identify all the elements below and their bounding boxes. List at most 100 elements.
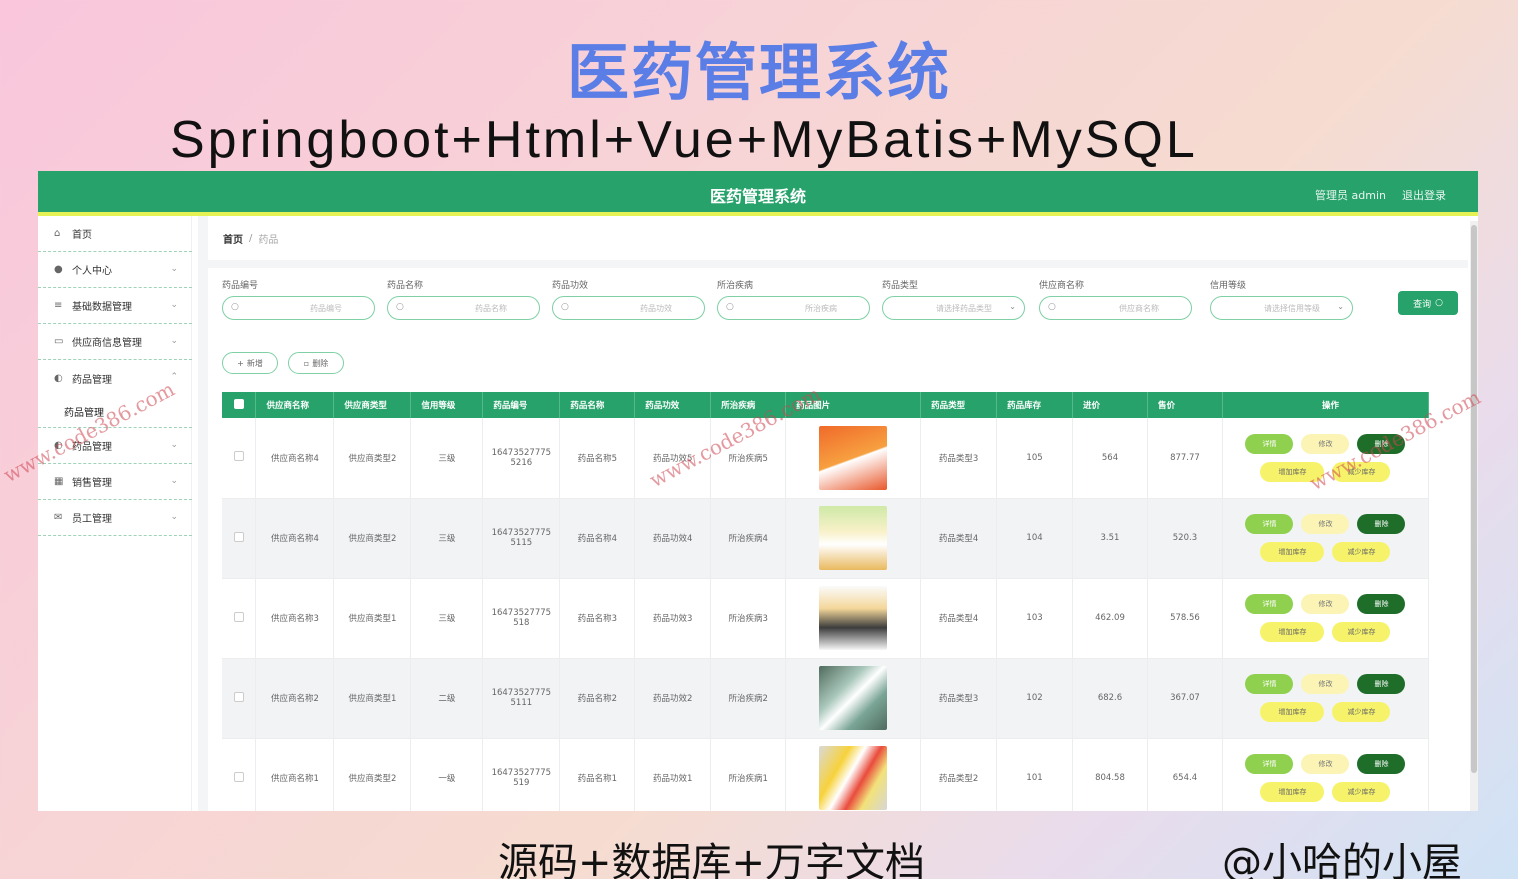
- row-checkbox[interactable]: [233, 771, 244, 782]
- logout-link[interactable]: 退出登录: [1402, 187, 1446, 203]
- column-header[interactable]: 药品库存: [996, 392, 1074, 418]
- drug-image[interactable]: [819, 666, 888, 730]
- delete-row-button[interactable]: 删除: [1357, 594, 1406, 614]
- cell-type: 药品类型3: [920, 418, 998, 499]
- credit-select[interactable]: 请选择信用等级 ⌄: [1210, 296, 1353, 320]
- search-icon: ○: [1048, 302, 1056, 312]
- add-stock-button[interactable]: 增加库存: [1260, 622, 1325, 642]
- select-all-checkbox[interactable]: [233, 398, 244, 409]
- filter-credit: 信用等级 请选择信用等级 ⌄: [1210, 278, 1353, 320]
- table-row: 供应商名称4 供应商类型2 三级 16473527775 5216 药品名称5 …: [222, 418, 1430, 499]
- cell-ops: 详情 修改 删除 增加库存 减少库存: [1222, 738, 1430, 811]
- drug-image[interactable]: [819, 506, 888, 570]
- column-header[interactable]: 药品功效: [634, 392, 712, 418]
- row-checkbox[interactable]: [233, 451, 244, 462]
- cell-effect: 药品功效2: [634, 658, 712, 739]
- select-placeholder: 请选择信用等级: [1264, 303, 1320, 313]
- filter-drug-name: 药品名称 ○ 药品名称: [387, 278, 540, 320]
- cell-supplier: 供应商名称4: [255, 418, 335, 499]
- reduce-stock-button[interactable]: 减少库存: [1332, 542, 1391, 562]
- table-row: 供应商名称4 供应商类型2 三级 16473527775 5115 药品名称4 …: [222, 498, 1430, 579]
- table-header-row: 供应商名称 供应商类型 信用等级 药品编号 药品名称 药品功效 所治疾病 药品图…: [222, 392, 1430, 418]
- row-checkbox[interactable]: [233, 611, 244, 622]
- edit-button[interactable]: 修改: [1301, 674, 1350, 694]
- column-header[interactable]: 供应商名称: [255, 392, 335, 418]
- row-checkbox[interactable]: [233, 691, 244, 702]
- add-stock-button[interactable]: 增加库存: [1260, 702, 1325, 722]
- chevron-down-icon: ⌄: [1337, 302, 1344, 311]
- column-header[interactable]: 进价: [1072, 392, 1148, 418]
- cell-supplier-type: 供应商类型2: [333, 418, 412, 499]
- grid-icon: ▦: [54, 476, 64, 487]
- drug-effect-input[interactable]: ○ 药品功效: [552, 296, 705, 320]
- drug-image[interactable]: [819, 586, 888, 650]
- sidebar-item-supplier[interactable]: ▭ 供应商信息管理 ⌄: [38, 324, 192, 360]
- column-header[interactable]: 信用等级: [410, 392, 484, 418]
- detail-button[interactable]: 详情: [1245, 514, 1294, 534]
- query-label: 查询: [1413, 299, 1432, 310]
- cell-code: 16473527775 5111: [482, 658, 561, 739]
- sidebar-item-staff[interactable]: ✉ 员工管理 ⌄: [38, 500, 192, 536]
- reduce-stock-button[interactable]: 减少库存: [1332, 702, 1391, 722]
- cell-cost: 564: [1072, 418, 1148, 499]
- cell-image: [785, 738, 922, 811]
- detail-button[interactable]: 详情: [1245, 433, 1294, 454]
- cell-cost: 804.58: [1072, 738, 1148, 811]
- edit-button[interactable]: 修改: [1301, 594, 1350, 614]
- sidebar-item-profile[interactable]: ● 个人中心 ⌄: [38, 252, 192, 288]
- drug-name-input[interactable]: ○ 药品名称: [387, 296, 540, 320]
- sidebar-item-label: 销售管理: [72, 478, 112, 489]
- sidebar-item-sales[interactable]: ▦ 销售管理 ⌄: [38, 464, 192, 500]
- vertical-scrollbar[interactable]: [1470, 221, 1478, 811]
- cell-code: 16473527775 519: [482, 738, 561, 811]
- drug-code-input[interactable]: ○ 药品编号: [222, 296, 375, 320]
- cell-supplier: 供应商名称3: [255, 578, 335, 659]
- detail-button[interactable]: 详情: [1245, 594, 1294, 614]
- delete-row-button[interactable]: 删除: [1357, 514, 1406, 534]
- reduce-stock-button[interactable]: 减少库存: [1332, 622, 1391, 642]
- sidebar-item-basic-data[interactable]: ≡ 基础数据管理 ⌄: [38, 288, 192, 324]
- detail-button[interactable]: 详情: [1245, 754, 1294, 774]
- cell-effect: 药品功效3: [634, 578, 712, 659]
- edit-button[interactable]: 修改: [1301, 514, 1350, 534]
- drug-image[interactable]: [819, 425, 888, 490]
- query-button[interactable]: 查询 ○: [1398, 291, 1458, 315]
- search-icon: ○: [231, 302, 239, 312]
- delete-row-button[interactable]: 删除: [1357, 754, 1406, 774]
- delete-button[interactable]: ▫ 删除: [288, 352, 344, 374]
- drug-image[interactable]: [819, 746, 888, 810]
- scrollbar-thumb[interactable]: [1471, 225, 1477, 773]
- column-header[interactable]: 售价: [1147, 392, 1223, 418]
- cell-stock: 105: [996, 418, 1074, 499]
- disease-input[interactable]: ○ 所治疾病: [717, 296, 870, 320]
- cell-name: 药品名称1: [559, 738, 636, 811]
- current-user: 管理员 admin: [1315, 189, 1386, 202]
- detail-button[interactable]: 详情: [1245, 674, 1294, 694]
- sidebar-item-home[interactable]: ⌂ 首页: [38, 216, 192, 252]
- user-icon: ●: [54, 264, 63, 275]
- add-stock-button[interactable]: 增加库存: [1260, 782, 1325, 802]
- cell-image: [785, 578, 922, 659]
- app-header: 医药管理系统 管理员 admin 退出登录: [38, 171, 1478, 216]
- delete-row-button[interactable]: 删除: [1357, 674, 1406, 694]
- edit-button[interactable]: 修改: [1301, 433, 1350, 454]
- drug-type-select[interactable]: 请选择药品类型 ⌄: [882, 296, 1025, 320]
- main-content: 首页 / 药品 药品编号 ○ 药品编号 药品名称 ○ 药品名称 药品功效 ○ 药…: [198, 216, 1468, 811]
- add-button[interactable]: + 新增: [222, 352, 278, 374]
- breadcrumb-home[interactable]: 首页: [223, 231, 243, 246]
- filter-label: 所治疾病: [717, 281, 754, 291]
- breadcrumb-current: 药品: [258, 234, 279, 246]
- reduce-stock-button[interactable]: 减少库存: [1332, 782, 1391, 802]
- add-stock-button[interactable]: 增加库存: [1260, 542, 1325, 562]
- column-header[interactable]: 药品名称: [559, 392, 636, 418]
- supplier-input[interactable]: ○ 供应商名称: [1039, 296, 1192, 320]
- filter-label: 药品名称: [387, 281, 424, 291]
- select-placeholder: 请选择药品类型: [936, 303, 992, 313]
- add-label: 新增: [246, 358, 263, 368]
- filter-label: 药品功效: [552, 281, 589, 291]
- column-header[interactable]: 供应商类型: [333, 392, 412, 418]
- column-header[interactable]: 药品类型: [920, 392, 998, 418]
- column-header[interactable]: 药品编号: [482, 392, 561, 418]
- row-checkbox[interactable]: [233, 531, 244, 542]
- edit-button[interactable]: 修改: [1301, 754, 1350, 774]
